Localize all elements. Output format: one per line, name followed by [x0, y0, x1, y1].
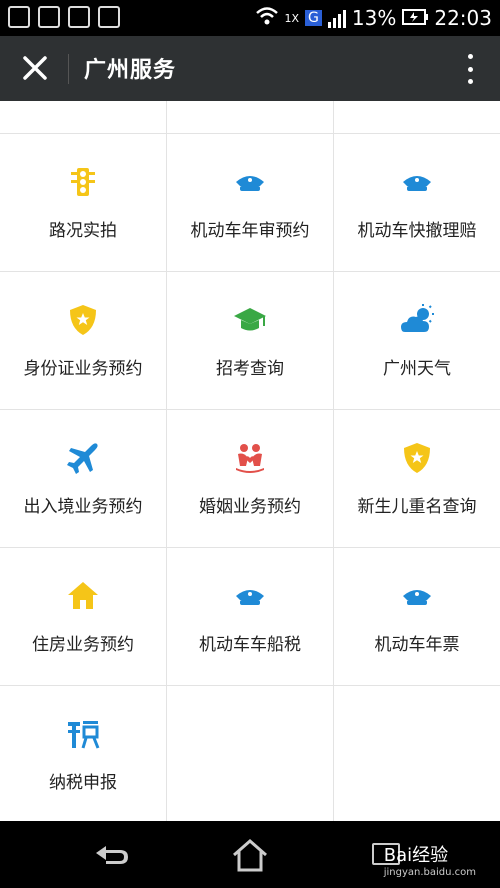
signal-icon: [327, 8, 346, 28]
empty-cell: [167, 686, 334, 821]
service-exit-entry[interactable]: 出入境业务预约: [0, 410, 167, 547]
partial-row: [0, 101, 500, 134]
close-icon: [23, 56, 47, 80]
service-label: 婚姻业务预约: [199, 497, 301, 517]
service-label: 机动车年审预约: [190, 221, 310, 241]
service-id-card[interactable]: 身份证业务预约: [0, 272, 167, 409]
police-badge-icon: [404, 443, 430, 473]
status-bar: 1X G 13% 22:03: [0, 0, 500, 36]
more-menu-button[interactable]: [466, 54, 474, 84]
home-icon: [233, 839, 267, 872]
service-weather[interactable]: 广州天气: [334, 272, 500, 409]
grid-row: 纳税申报: [0, 686, 500, 821]
service-label: 新生儿重名查询: [357, 497, 477, 517]
marriage-icon: [236, 444, 264, 473]
battery-percent: 13%: [351, 6, 397, 30]
net-type-badge: G: [305, 10, 322, 26]
service-label: 招考查询: [216, 359, 284, 379]
clock: 22:03: [434, 6, 492, 30]
grid-row: 住房业务预约 机动车车船税 机动车年票: [0, 548, 500, 686]
service-label: 住房业务预约: [32, 635, 134, 655]
service-housing[interactable]: 住房业务预约: [0, 548, 167, 685]
empty-cell: [334, 686, 500, 821]
back-button[interactable]: [92, 841, 132, 869]
image-notification-icon: [68, 6, 90, 28]
back-arrow-icon: [96, 846, 128, 864]
watermark-sub: jingyan.baidu.com: [383, 867, 476, 878]
wifi-icon: [255, 6, 279, 31]
app-notification-icon: [38, 6, 60, 28]
police-cap-icon: [403, 590, 431, 605]
close-button[interactable]: [18, 50, 52, 86]
graduation-cap-icon: [234, 308, 266, 331]
police-cap-icon: [403, 176, 431, 191]
grid-row: 出入境业务预约 婚姻业务预约 新生儿重名查询: [0, 410, 500, 548]
service-label: 机动车车船税: [199, 635, 301, 655]
title-bar: 广州服务: [0, 36, 500, 101]
service-quick-claim[interactable]: 机动车快撤理赔: [334, 134, 500, 271]
house-icon: [68, 582, 98, 609]
watermark-text: Bai经验: [383, 845, 449, 866]
service-label: 机动车快撤理赔: [357, 221, 477, 241]
service-label: 机动车年票: [374, 635, 460, 655]
service-newborn-name[interactable]: 新生儿重名查询: [334, 410, 500, 547]
service-traffic-photos[interactable]: 路况实拍: [0, 134, 167, 271]
grid-row: 路况实拍 机动车年审预约 机动车快撤理赔: [0, 134, 500, 272]
service-label: 路况实拍: [49, 221, 117, 241]
notification-icon: [8, 6, 30, 28]
service-grid: 路况实拍 机动车年审预约 机动车快撤理赔 身份证业务预约 招考查询 广州天气 出…: [0, 101, 500, 821]
service-vehicle-inspection[interactable]: 机动车年审预约: [167, 134, 334, 271]
system-nav-bar: Bai经验 jingyan.baidu.com: [0, 821, 500, 888]
weather-icon: [401, 304, 434, 332]
page-title: 广州服务: [84, 58, 177, 83]
grid-row: 身份证业务预约 招考查询 广州天气: [0, 272, 500, 410]
download-notification-icon: [98, 6, 120, 28]
title-divider: [68, 54, 69, 84]
watermark: Bai经验 jingyan.baidu.com: [384, 841, 476, 878]
service-grid-container[interactable]: 路况实拍 机动车年审预约 机动车快撤理赔 身份证业务预约 招考查询 广州天气 出…: [0, 101, 500, 821]
data-rx-indicator: 1X: [284, 11, 300, 25]
airplane-icon: [67, 443, 98, 474]
police-badge-icon: [70, 305, 96, 335]
battery-icon: [402, 6, 429, 30]
service-label: 身份证业务预约: [23, 359, 143, 379]
service-label: 广州天气: [383, 359, 451, 379]
service-tax-filing[interactable]: 纳税申报: [0, 686, 167, 821]
traffic-light-icon: [71, 168, 95, 196]
police-cap-icon: [236, 176, 264, 191]
service-vehicle-tax[interactable]: 机动车车船税: [167, 548, 334, 685]
service-marriage[interactable]: 婚姻业务预约: [167, 410, 334, 547]
service-exam-query[interactable]: 招考查询: [167, 272, 334, 409]
service-annual-ticket[interactable]: 机动车年票: [334, 548, 500, 685]
tax-icon: [68, 721, 100, 749]
service-label: 纳税申报: [49, 773, 117, 793]
police-cap-icon: [236, 590, 264, 605]
service-label: 出入境业务预约: [23, 497, 143, 517]
home-button[interactable]: [230, 837, 270, 873]
